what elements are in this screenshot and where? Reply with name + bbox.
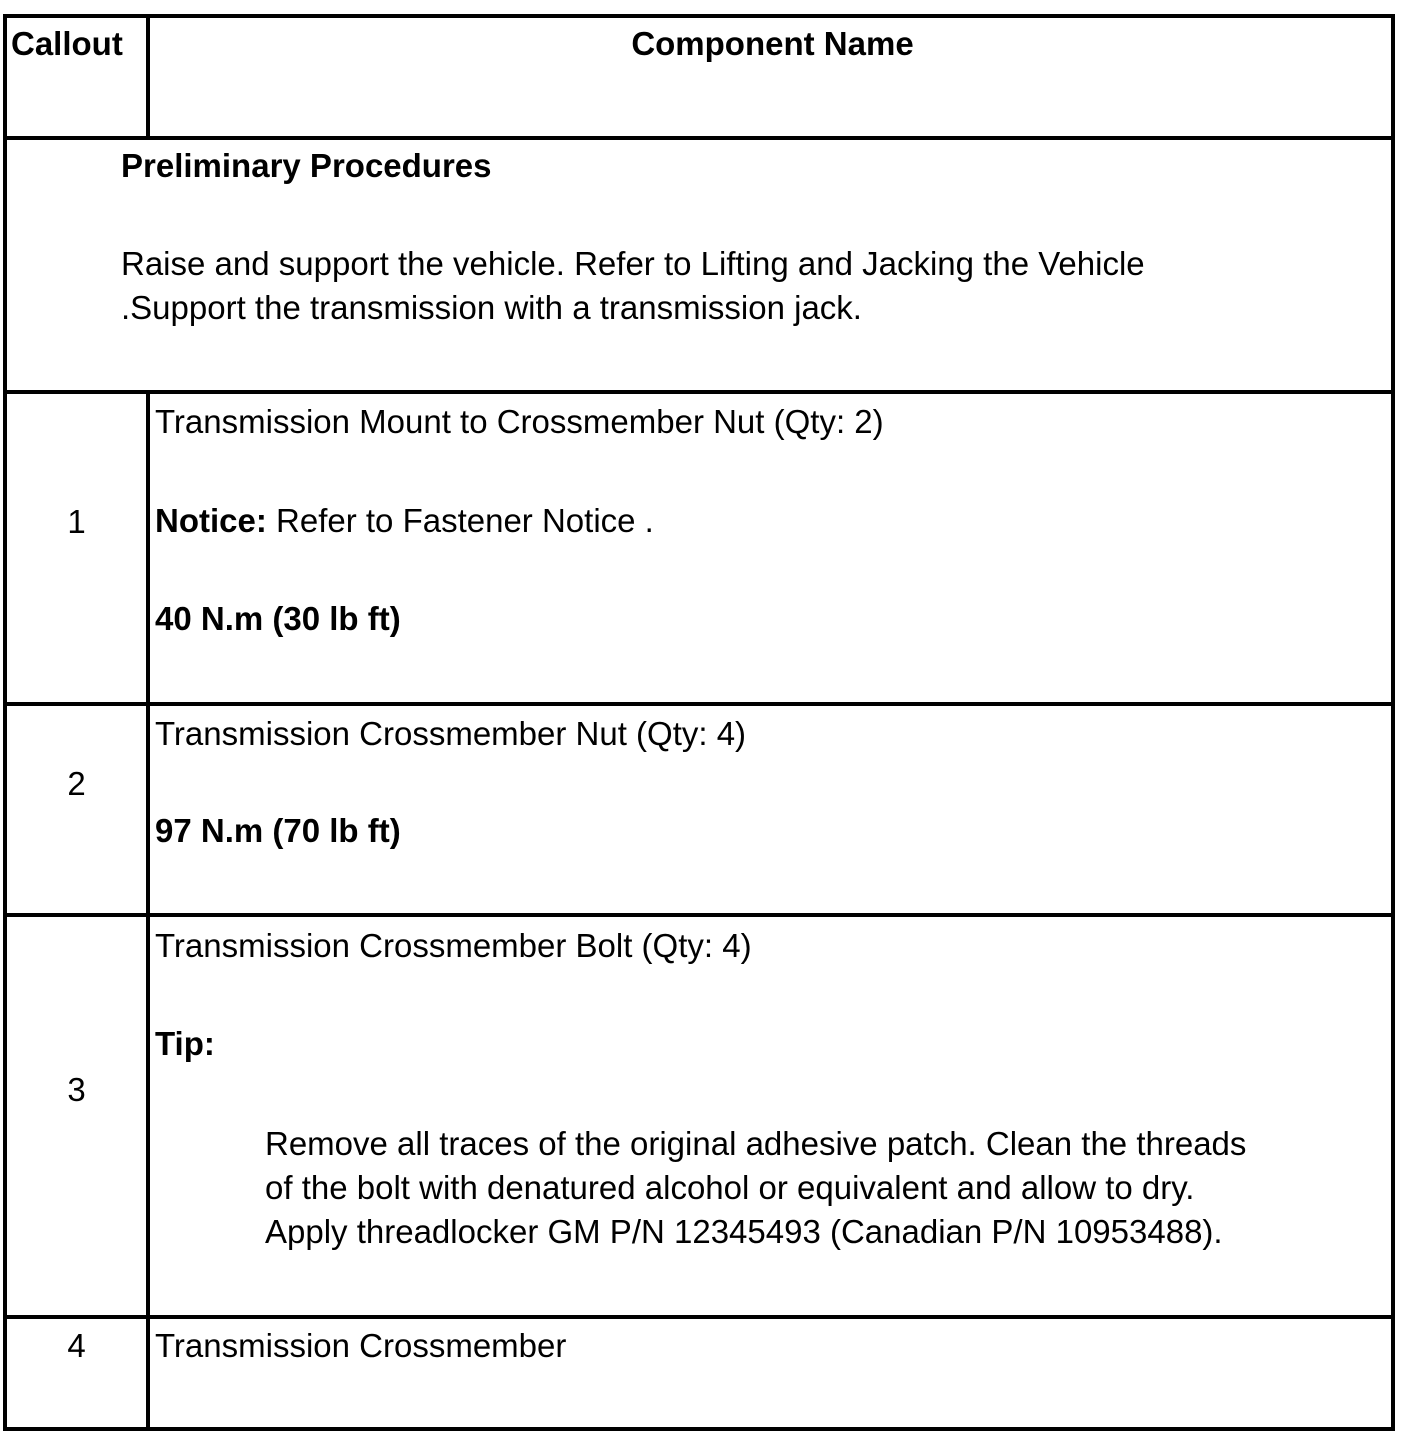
tip-line-1: Remove all traces of the original adhesi… xyxy=(265,1125,1247,1162)
row-divider xyxy=(7,136,1391,140)
callout-number: 2 xyxy=(67,765,86,802)
row-divider xyxy=(7,702,1391,706)
notice-label: Notice: xyxy=(155,502,267,539)
torque-table: Callout Component Name Preliminary Proce… xyxy=(3,14,1395,1431)
component-name: Transmission Mount to Crossmember Nut (Q… xyxy=(155,403,884,440)
component-name: Transmission Crossmember Nut (Qty: 4) xyxy=(155,715,747,752)
column-divider xyxy=(146,390,150,1427)
tip-line-2: of the bolt with denatured alcohol or eq… xyxy=(265,1169,1195,1206)
torque-spec: 97 N.m (70 lb ft) xyxy=(155,812,401,849)
preliminary-line-1: Raise and support the vehicle. Refer to … xyxy=(121,245,1145,282)
callout-number: 4 xyxy=(67,1327,86,1364)
notice-text: Refer to Fastener Notice . xyxy=(266,502,654,539)
row-divider xyxy=(7,1315,1391,1319)
header-component-name: Component Name xyxy=(631,25,914,62)
header-callout: Callout xyxy=(11,25,123,62)
tip-label: Tip: xyxy=(155,1025,215,1062)
row-divider xyxy=(7,913,1391,917)
notice: Notice: Refer to Fastener Notice . xyxy=(155,499,654,543)
row-divider xyxy=(7,390,1391,394)
component-name: Transmission Crossmember Bolt (Qty: 4) xyxy=(155,927,752,964)
tip-line-3: Apply threadlocker GM P/N 12345493 (Cana… xyxy=(265,1213,1223,1250)
preliminary-line-2: .Support the transmission with a transmi… xyxy=(121,289,862,326)
callout-number: 3 xyxy=(67,1071,86,1108)
preliminary-title: Preliminary Procedures xyxy=(121,147,492,184)
component-name: Transmission Crossmember xyxy=(155,1327,567,1364)
torque-spec: 40 N.m (30 lb ft) xyxy=(155,600,401,637)
callout-number: 1 xyxy=(67,503,86,540)
